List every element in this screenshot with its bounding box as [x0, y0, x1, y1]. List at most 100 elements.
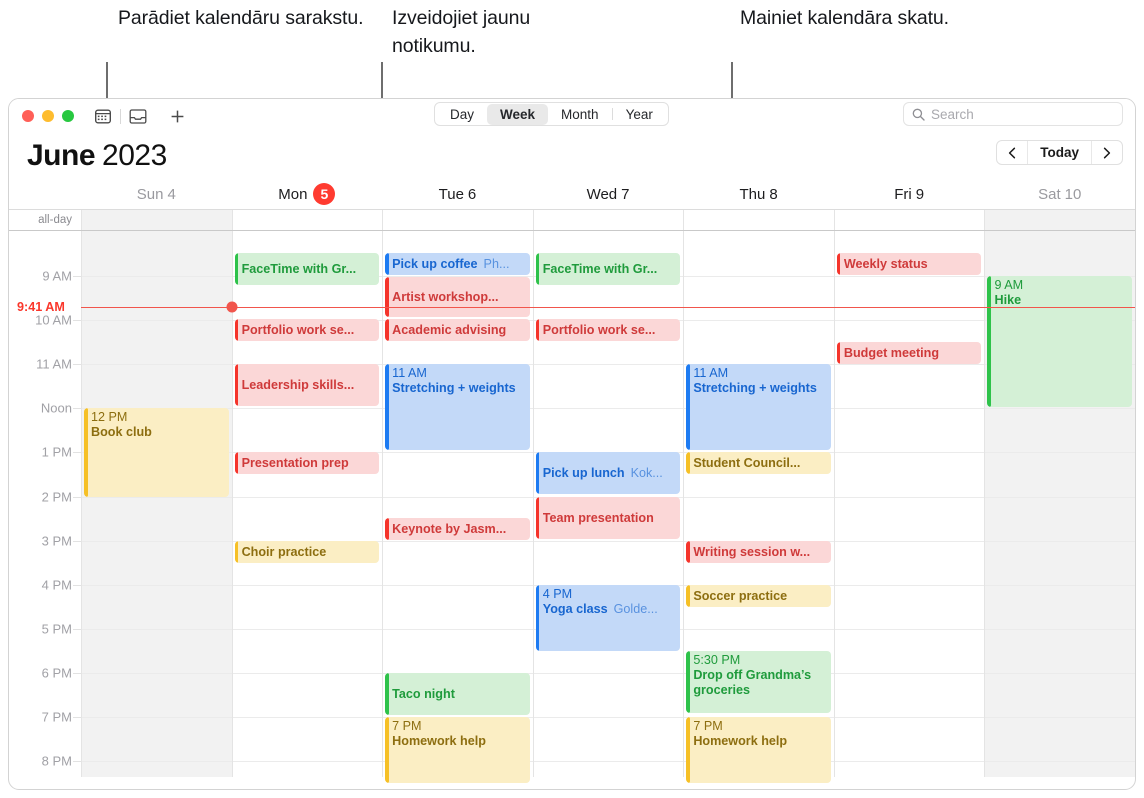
all-day-label: all-day: [38, 214, 72, 226]
hour-gridline: [533, 717, 684, 718]
event-time: 11 AM: [392, 366, 427, 380]
day-header-mon[interactable]: Mon 5: [232, 179, 383, 209]
hour-gridline: [232, 717, 383, 718]
hour-gridline: [82, 364, 232, 365]
calendar-event[interactable]: Academic advising: [385, 319, 530, 341]
all-day-cell-sat[interactable]: [984, 210, 1135, 230]
callout-show-calendar-list: Parādiet kalendāru sarakstu.: [118, 4, 383, 32]
minimize-button[interactable]: [42, 110, 54, 122]
close-button[interactable]: [22, 110, 34, 122]
event-time: 5:30 PM: [693, 653, 741, 667]
view-segmented-control[interactable]: Day Week Month Year: [434, 102, 669, 126]
event-color-bar: [535, 253, 540, 285]
date-navigation[interactable]: Today: [996, 140, 1123, 165]
calendar-event[interactable]: Weekly status: [836, 253, 982, 275]
event-time: 12 PM: [91, 410, 128, 424]
day-column-thu[interactable]: 11 AM Stretching + weights Student Council…: [683, 231, 834, 783]
day-header-number: 9: [915, 185, 925, 203]
day-column-sat[interactable]: 9 AM Hike: [984, 231, 1135, 777]
calendar-event[interactable]: FaceTime with Gr...: [535, 253, 681, 285]
day-header-thu[interactable]: Thu 8: [683, 179, 834, 209]
event-title: Stretching + weights: [693, 381, 817, 395]
day-header-sun[interactable]: Sun 4: [81, 179, 232, 209]
hour-gridline: [82, 276, 232, 277]
calendar-event[interactable]: 4 PM Yoga class Golde...: [535, 585, 681, 651]
calendar-event[interactable]: FaceTime with Gr...: [234, 253, 380, 285]
day-column-sun[interactable]: 12 PM Book club: [81, 231, 232, 777]
previous-week-button[interactable]: [997, 141, 1027, 164]
window-toolbar: Day Week Month Year Search: [9, 99, 1135, 133]
day-header-name: Fri: [894, 185, 912, 203]
next-week-button[interactable]: [1092, 141, 1122, 164]
hour-gridline: [82, 497, 232, 498]
time-label: 7 PM: [41, 709, 72, 725]
view-tab-day[interactable]: Day: [437, 104, 487, 125]
event-time: 7 PM: [392, 719, 422, 733]
event-location: Kok...: [630, 465, 663, 480]
calendar-event[interactable]: 12 PM Book club: [84, 408, 229, 497]
day-column-wed[interactable]: FaceTime with Gr... Portfolio work se... P…: [532, 231, 684, 777]
day-header-sat[interactable]: Sat 10: [984, 179, 1135, 209]
day-header-tue[interactable]: Tue 6: [382, 179, 533, 209]
hour-gridline: [232, 761, 383, 762]
today-button[interactable]: Today: [1027, 141, 1092, 164]
view-tab-year[interactable]: Year: [613, 104, 666, 125]
event-color-bar: [234, 319, 239, 341]
calendar-event[interactable]: Writing session w...: [686, 541, 831, 563]
calendar-event[interactable]: Pick up coffee Ph...: [385, 253, 530, 275]
calendar-event[interactable]: Budget meeting: [836, 342, 982, 364]
day-header-wed[interactable]: Wed 7: [533, 179, 684, 209]
all-day-cell-sun[interactable]: [81, 210, 232, 230]
calendar-event[interactable]: Artist workshop...: [385, 277, 530, 317]
calendar-event[interactable]: 7 PM Homework help: [385, 717, 530, 783]
all-day-cell-wed[interactable]: [532, 210, 684, 230]
all-day-cell-mon[interactable]: [231, 210, 383, 230]
page-title: June 2023: [27, 139, 167, 173]
hour-gridline: [232, 673, 383, 674]
day-column-mon[interactable]: FaceTime with Gr... Portfolio work se... L…: [231, 231, 383, 777]
day-column-fri[interactable]: Weekly status Budget meeting: [833, 231, 985, 777]
zoom-button[interactable]: [62, 110, 74, 122]
all-day-cell-thu[interactable]: [683, 210, 834, 230]
calendar-event[interactable]: 11 AM Stretching + weights: [686, 364, 831, 450]
day-header-number: 6: [467, 185, 477, 203]
hour-gridline: [684, 320, 834, 321]
day-header-fri[interactable]: Fri 9: [834, 179, 985, 209]
event-color-bar: [234, 541, 239, 563]
calendar-event[interactable]: Choir practice: [234, 541, 380, 563]
calendar-event[interactable]: Portfolio work se...: [535, 319, 681, 341]
event-title: Choir practice: [241, 545, 327, 559]
search-placeholder: Search: [931, 106, 974, 122]
title-bar: June 2023 Today: [9, 133, 1135, 179]
calendar-event[interactable]: Soccer practice: [686, 585, 831, 607]
view-tab-month[interactable]: Month: [548, 104, 612, 125]
day-column-tue[interactable]: Pick up coffee Ph... Artist workshop... Aca…: [382, 231, 533, 783]
inbox-icon[interactable]: [127, 105, 149, 127]
calendar-event[interactable]: Keynote by Jasm...: [385, 518, 530, 540]
search-field[interactable]: Search: [903, 102, 1123, 126]
calendar-event[interactable]: Portfolio work se...: [234, 319, 380, 341]
event-time: 7 PM: [693, 719, 723, 733]
view-tab-week[interactable]: Week: [487, 103, 549, 125]
calendar-event[interactable]: Leadership skills...: [234, 364, 380, 406]
hour-gridline: [684, 276, 834, 277]
all-day-cell-fri[interactable]: [833, 210, 985, 230]
event-color-bar: [84, 408, 88, 497]
hour-gridline: [82, 761, 232, 762]
hour-gridline: [985, 629, 1135, 630]
hour-gridline: [533, 673, 684, 674]
add-event-button[interactable]: [166, 105, 188, 127]
calendar-event[interactable]: Taco night: [385, 673, 530, 715]
calendar-icon[interactable]: [92, 105, 114, 127]
calendar-event[interactable]: Presentation prep: [234, 452, 380, 474]
calendar-event[interactable]: 5:30 PM Drop off Grandma’s groceries: [686, 651, 831, 713]
calendar-event[interactable]: 9 AM Hike: [987, 276, 1133, 407]
all-day-cell-tue[interactable]: [382, 210, 533, 230]
calendar-event[interactable]: 11 AM Stretching + weights: [385, 364, 530, 450]
calendar-event[interactable]: Pick up lunch Kok...: [535, 452, 681, 494]
hour-tick: [73, 629, 81, 630]
calendar-event[interactable]: Team presentation: [535, 497, 681, 539]
event-location: Golde...: [613, 602, 658, 616]
calendar-event[interactable]: Student Council...: [686, 452, 831, 474]
calendar-event[interactable]: 7 PM Homework help: [686, 717, 831, 783]
